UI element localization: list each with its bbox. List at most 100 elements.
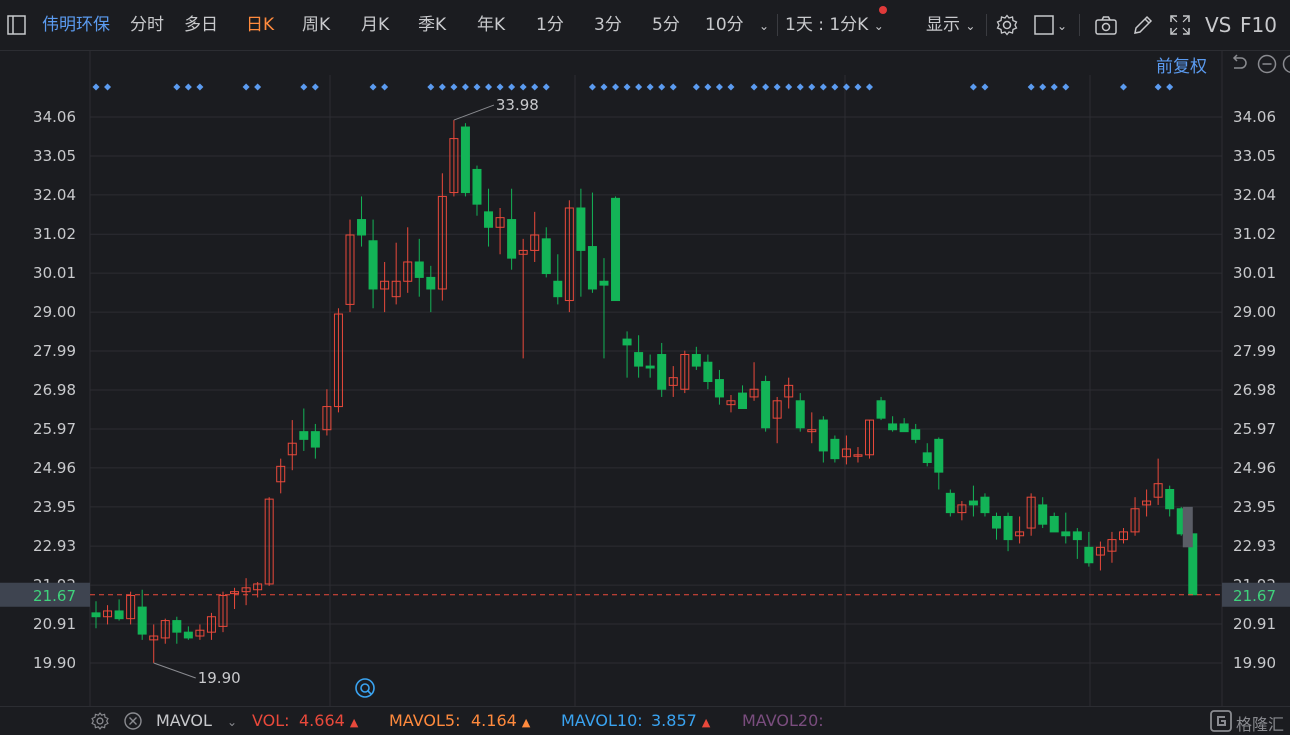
mavol10-label: MAVOL10:	[561, 711, 643, 730]
candle-body	[473, 169, 481, 204]
candle-body	[542, 239, 550, 274]
signal-diamond-icon	[785, 84, 792, 91]
close-icon[interactable]	[123, 711, 143, 731]
candle-body	[623, 339, 631, 345]
candle-body	[138, 607, 146, 634]
mavol10-number: 3.857	[651, 711, 697, 730]
signal-diamond-icon	[450, 84, 457, 91]
signal-diamond-icon	[866, 84, 873, 91]
signal-diamond-icon	[473, 84, 480, 91]
candle-body	[115, 611, 123, 619]
min-price-pointer	[154, 663, 196, 678]
candle-body	[635, 353, 643, 366]
candle-body	[1039, 505, 1047, 524]
signal-diamond-icon	[970, 84, 977, 91]
y-tick-label-left: 24.96	[33, 459, 76, 477]
candle-body	[311, 432, 319, 447]
indicator-name[interactable]: MAVOL	[156, 711, 212, 730]
signal-diamond-icon	[254, 84, 261, 91]
gelonghui-logo-mark	[1210, 710, 1232, 732]
candle-body	[461, 127, 469, 193]
signal-diamond-icon	[716, 84, 723, 91]
candle-body	[1085, 547, 1093, 562]
minus-circle-icon[interactable]	[1256, 53, 1280, 77]
adjust-mode-label[interactable]: 前复权	[1156, 52, 1207, 77]
mavol10-value: 3.857 ▲	[651, 711, 710, 730]
candle-body	[600, 281, 608, 285]
signal-diamond-icon	[1120, 84, 1127, 91]
candle-body	[762, 382, 770, 428]
y-tick-label-left: 23.95	[33, 498, 76, 516]
candle-body	[646, 366, 654, 368]
candle-body	[1166, 489, 1174, 508]
indicator-bar: MAVOL ⌄ VOL: 4.664 ▲ MAVOL5: 4.164 ▲ MAV…	[0, 706, 1290, 734]
search-marker-ring	[356, 679, 374, 697]
signal-diamond-icon	[1051, 84, 1058, 91]
search-marker-handle	[368, 691, 371, 694]
y-tick-label-left: 27.99	[33, 342, 76, 360]
signal-diamond-icon	[727, 84, 734, 91]
candle-body	[1062, 532, 1070, 536]
y-tick-label-right: 29.00	[1233, 303, 1276, 321]
signal-diamond-icon	[381, 84, 388, 91]
candle-body	[427, 277, 435, 289]
signal-diamond-icon	[93, 84, 100, 91]
candle-body	[485, 212, 493, 227]
signal-diamond-icon	[1039, 84, 1046, 91]
undo-icon[interactable]	[1228, 53, 1252, 77]
pending-candle-body	[1183, 507, 1193, 547]
signal-diamond-icon	[600, 84, 607, 91]
candle-body	[715, 380, 723, 397]
candle-body	[173, 621, 181, 633]
candlestick-chart[interactable]: 34.0634.0633.0533.0532.0432.0431.0231.02…	[0, 0, 1290, 706]
max-price-label: 33.98	[496, 96, 539, 114]
y-tick-label-right: 25.97	[1233, 420, 1276, 438]
y-tick-label-right: 22.93	[1233, 537, 1276, 555]
signal-diamond-icon	[485, 84, 492, 91]
vol-number: 4.664	[299, 711, 345, 730]
signal-diamond-icon	[751, 84, 758, 91]
mavol5-number: 4.164	[471, 711, 517, 730]
signal-diamond-icon	[854, 84, 861, 91]
y-tick-label-right: 26.98	[1233, 381, 1276, 399]
search-marker-icon[interactable]	[356, 679, 374, 697]
vol-label: VOL:	[252, 711, 290, 730]
y-tick-label-left: 31.02	[33, 225, 76, 243]
signal-diamond-icon	[981, 84, 988, 91]
candle-body	[969, 501, 977, 505]
plus-circle-icon[interactable]	[1281, 53, 1290, 77]
y-tick-label-right: 31.02	[1233, 225, 1276, 243]
up-arrow-icon: ▲	[702, 716, 710, 729]
signal-diamond-icon	[843, 84, 850, 91]
gear-icon[interactable]	[90, 711, 110, 731]
signal-diamond-icon	[520, 84, 527, 91]
mavol20-label: MAVOL20:	[742, 711, 824, 730]
signal-diamond-icon	[670, 84, 677, 91]
signal-diamond-icon	[196, 84, 203, 91]
signal-diamond-icon	[243, 84, 250, 91]
indicator-dropdown-icon[interactable]: ⌄	[227, 711, 237, 730]
candle-body	[935, 439, 943, 472]
signal-diamond-icon	[427, 84, 434, 91]
mavol5-value: 4.164 ▲	[471, 711, 530, 730]
up-arrow-icon: ▲	[522, 716, 530, 729]
watermark-text: 格隆汇	[1236, 711, 1284, 735]
candle-body	[415, 262, 423, 277]
candle-body	[739, 393, 747, 408]
y-tick-label-right: 20.91	[1233, 615, 1276, 633]
candle-body	[554, 281, 562, 296]
candle-body	[889, 424, 897, 430]
candle-body	[300, 432, 308, 440]
y-tick-label-right: 34.06	[1233, 108, 1276, 126]
signal-diamond-icon	[589, 84, 596, 91]
candle-body	[1004, 516, 1012, 539]
candle-body	[819, 420, 827, 451]
y-tick-label-left: 26.98	[33, 381, 76, 399]
candle-body	[1073, 532, 1081, 540]
signal-diamond-icon	[543, 84, 550, 91]
candle-body	[877, 401, 885, 418]
signal-diamond-icon	[508, 84, 515, 91]
y-tick-label-right: 27.99	[1233, 342, 1276, 360]
y-tick-label-left: 20.91	[33, 615, 76, 633]
signal-diamond-icon	[462, 84, 469, 91]
